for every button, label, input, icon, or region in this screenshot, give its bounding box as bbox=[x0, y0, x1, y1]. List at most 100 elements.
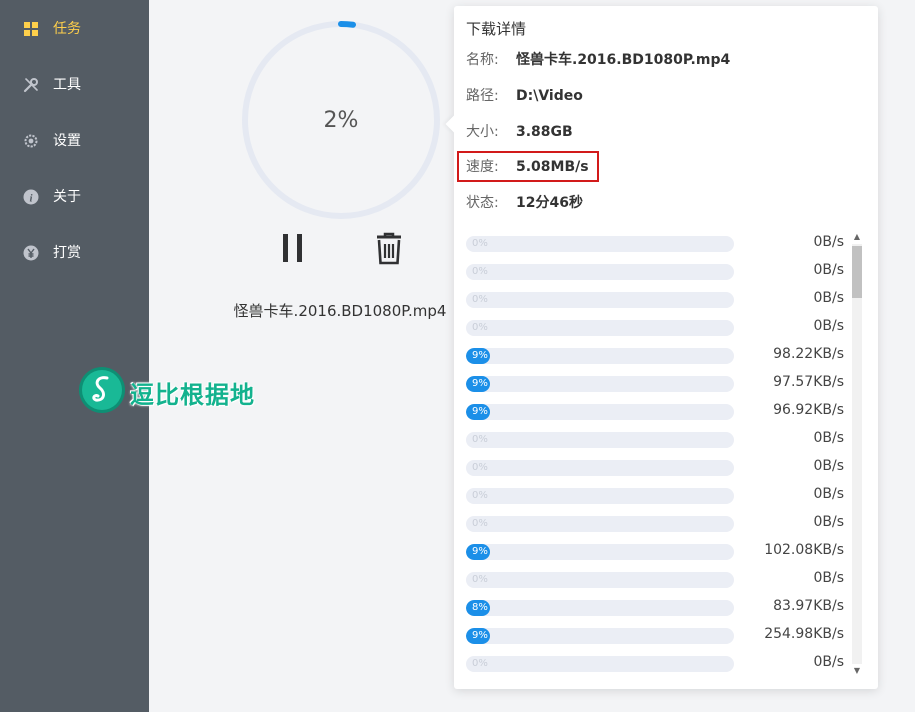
segment-speed: 0B/s bbox=[813, 234, 844, 250]
segment-row: 0% 0B/s bbox=[466, 286, 850, 314]
pause-button[interactable] bbox=[280, 232, 308, 264]
segment-speed: 0B/s bbox=[813, 430, 844, 446]
sidebar-item-tools[interactable]: 工具 bbox=[0, 63, 149, 107]
segment-speed: 254.98KB/s bbox=[764, 626, 844, 642]
trash-icon bbox=[377, 232, 401, 265]
segment-progress-bar: 9% bbox=[466, 404, 734, 420]
watermark-text: 逗比根据地 bbox=[130, 381, 255, 409]
segment-percent: 8% bbox=[472, 602, 488, 613]
sidebar-item-label: 工具 bbox=[53, 77, 81, 93]
grid-icon bbox=[23, 21, 39, 37]
yen-icon bbox=[23, 245, 39, 261]
segment-progress-bar: 0% bbox=[466, 516, 734, 532]
segment-percent: 9% bbox=[472, 546, 488, 557]
segment-scrollbar[interactable]: ▲ ▼ bbox=[850, 230, 864, 678]
detail-name-key: 名称: bbox=[466, 52, 499, 68]
segment-speed: 0B/s bbox=[813, 654, 844, 670]
download-details-popover: 下载详情 名称: 怪兽卡车.2016.BD1080P.mp4 路径: D:\Vide… bbox=[445, 6, 878, 689]
detail-speed-row: 速度: 5.08MB/s bbox=[466, 157, 589, 177]
segment-row: 0% 0B/s bbox=[466, 650, 850, 678]
segment-speed: 96.92KB/s bbox=[773, 402, 844, 418]
segment-progress-bar: 0% bbox=[466, 460, 734, 476]
segment-speed: 0B/s bbox=[813, 318, 844, 334]
segment-speed: 0B/s bbox=[813, 262, 844, 278]
segment-progress-bar: 9% bbox=[466, 376, 734, 392]
segment-progress-bar: 0% bbox=[466, 656, 734, 672]
sidebar-item-settings[interactable]: 设置 bbox=[0, 119, 149, 163]
segment-row: 0% 0B/s bbox=[466, 230, 850, 258]
segment-percent: 0% bbox=[472, 434, 488, 445]
detail-status-row: 状态: 12分46秒 bbox=[466, 193, 583, 213]
segment-progress-bar: 0% bbox=[466, 432, 734, 448]
segment-speed: 83.97KB/s bbox=[773, 598, 844, 614]
detail-status-key: 状态: bbox=[466, 195, 499, 211]
delete-button[interactable] bbox=[374, 232, 404, 266]
segment-progress-bar: 0% bbox=[466, 292, 734, 308]
scroll-track[interactable] bbox=[852, 244, 862, 664]
segment-progress-bar: 9% bbox=[466, 628, 734, 644]
sidebar-item-label: 任务 bbox=[53, 21, 81, 37]
detail-size-key: 大小: bbox=[466, 124, 499, 140]
detail-speed-value: 5.08MB/s bbox=[516, 159, 589, 175]
segment-row: 9% 254.98KB/s bbox=[466, 622, 850, 650]
sidebar-item-about[interactable]: i 关于 bbox=[0, 175, 149, 219]
popover-title: 下载详情 bbox=[466, 20, 527, 38]
task-filename: 怪兽卡车.2016.BD1080P.mp4 bbox=[233, 302, 447, 320]
segment-percent: 0% bbox=[472, 266, 488, 277]
segment-percent: 9% bbox=[472, 378, 488, 389]
segment-row: 0% 0B/s bbox=[466, 258, 850, 286]
segment-row: 9% 98.22KB/s bbox=[466, 342, 850, 370]
segment-percent: 0% bbox=[472, 322, 488, 333]
segment-row: 9% 97.57KB/s bbox=[466, 370, 850, 398]
progress-ring: 2% bbox=[241, 20, 441, 220]
sidebar-item-tasks[interactable]: 任务 bbox=[0, 7, 149, 51]
segment-row: 9% 96.92KB/s bbox=[466, 398, 850, 426]
popover-arrow bbox=[445, 115, 463, 133]
segment-row: 0% 0B/s bbox=[466, 566, 850, 594]
segment-progress-bar: 8% bbox=[466, 600, 734, 616]
segment-speed: 98.22KB/s bbox=[773, 346, 844, 362]
segment-speed: 0B/s bbox=[813, 458, 844, 474]
segment-row: 0% 0B/s bbox=[466, 314, 850, 342]
segment-percent: 0% bbox=[472, 658, 488, 669]
sidebar-item-label: 设置 bbox=[53, 133, 81, 149]
wrench-icon bbox=[23, 77, 39, 93]
segment-row: 9% 102.08KB/s bbox=[466, 538, 850, 566]
segment-speed: 0B/s bbox=[813, 486, 844, 502]
detail-path-value: D:\Video bbox=[516, 88, 583, 104]
segment-progress-bar: 9% bbox=[466, 544, 734, 560]
segment-progress-bar: 0% bbox=[466, 264, 734, 280]
progress-percent: 2% bbox=[323, 107, 359, 133]
segment-speed: 102.08KB/s bbox=[764, 542, 844, 558]
segment-progress-bar: 0% bbox=[466, 572, 734, 588]
segment-percent: 0% bbox=[472, 490, 488, 501]
gear-icon bbox=[23, 133, 39, 149]
scroll-down-arrow-icon[interactable]: ▼ bbox=[850, 664, 864, 678]
segment-progress-bar: 0% bbox=[466, 236, 734, 252]
sidebar-item-donate[interactable]: 打赏 bbox=[0, 231, 149, 275]
segment-progress-bar: 9% bbox=[466, 348, 734, 364]
detail-name-value: 怪兽卡车.2016.BD1080P.mp4 bbox=[516, 52, 731, 68]
info-icon: i bbox=[23, 189, 39, 205]
scroll-up-arrow-icon[interactable]: ▲ bbox=[850, 230, 864, 244]
watermark-logo bbox=[78, 366, 126, 414]
segment-percent: 0% bbox=[472, 574, 488, 585]
segment-speed: 0B/s bbox=[813, 514, 844, 530]
detail-status-value: 12分46秒 bbox=[516, 195, 583, 211]
segment-percent: 9% bbox=[472, 406, 488, 417]
segment-progress-bar: 0% bbox=[466, 320, 734, 336]
segment-row: 8% 83.97KB/s bbox=[466, 594, 850, 622]
pause-icon bbox=[283, 234, 302, 262]
segment-percent: 9% bbox=[472, 350, 488, 361]
segment-percent: 0% bbox=[472, 294, 488, 305]
segment-percent: 9% bbox=[472, 630, 488, 641]
detail-name-row: 名称: 怪兽卡车.2016.BD1080P.mp4 bbox=[466, 50, 730, 70]
segment-percent: 0% bbox=[472, 238, 488, 249]
segment-row: 0% 0B/s bbox=[466, 426, 850, 454]
segment-speed: 0B/s bbox=[813, 570, 844, 586]
segment-row: 0% 0B/s bbox=[466, 510, 850, 538]
scroll-thumb[interactable] bbox=[852, 246, 862, 298]
detail-size-value: 3.88GB bbox=[516, 124, 573, 140]
segment-percent: 0% bbox=[472, 462, 488, 473]
segment-row: 0% 0B/s bbox=[466, 482, 850, 510]
